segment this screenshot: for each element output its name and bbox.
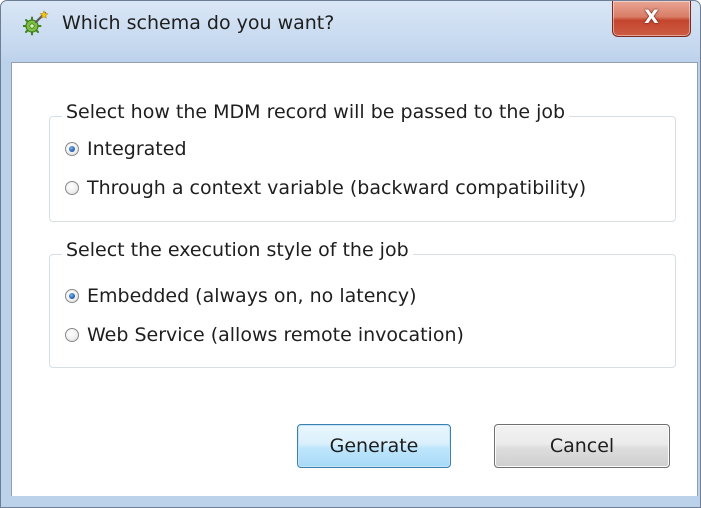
radio-context-variable[interactable]: Through a context variable (backward com… — [65, 175, 586, 201]
close-icon: X — [644, 6, 659, 28]
mdm-record-group: Select how the MDM record will be passed… — [49, 101, 676, 222]
execution-style-group: Select the execution style of the job — [49, 239, 676, 368]
radio-embedded-label: Embedded (always on, no latency) — [87, 285, 417, 307]
radio-web-service[interactable]: Web Service (allows remote invocation) — [65, 322, 464, 348]
window-title: Which schema do you want? — [62, 12, 335, 34]
generate-button[interactable]: Generate — [297, 424, 451, 468]
radio-web-service-label: Web Service (allows remote invocation) — [87, 324, 464, 346]
radio-embedded-control[interactable] — [65, 289, 79, 303]
cancel-button[interactable]: Cancel — [494, 424, 670, 468]
mdm-record-group-legend: Select how the MDM record will be passed… — [62, 101, 570, 123]
dialog-window: Which schema do you want? X Select how t… — [0, 0, 701, 508]
radio-integrated-label: Integrated — [87, 138, 187, 160]
radio-embedded[interactable]: Embedded (always on, no latency) — [65, 283, 417, 309]
radio-web-service-control[interactable] — [65, 328, 79, 342]
radio-integrated-control[interactable] — [65, 142, 79, 156]
radio-context-variable-label: Through a context variable (backward com… — [87, 177, 587, 199]
close-button[interactable]: X — [612, 1, 691, 37]
gear-wand-icon — [23, 10, 49, 36]
radio-context-variable-control[interactable] — [65, 181, 79, 195]
execution-style-group-legend: Select the execution style of the job — [62, 239, 413, 261]
title-bar[interactable]: Which schema do you want? X — [1, 1, 700, 41]
radio-integrated[interactable]: Integrated — [65, 136, 187, 162]
